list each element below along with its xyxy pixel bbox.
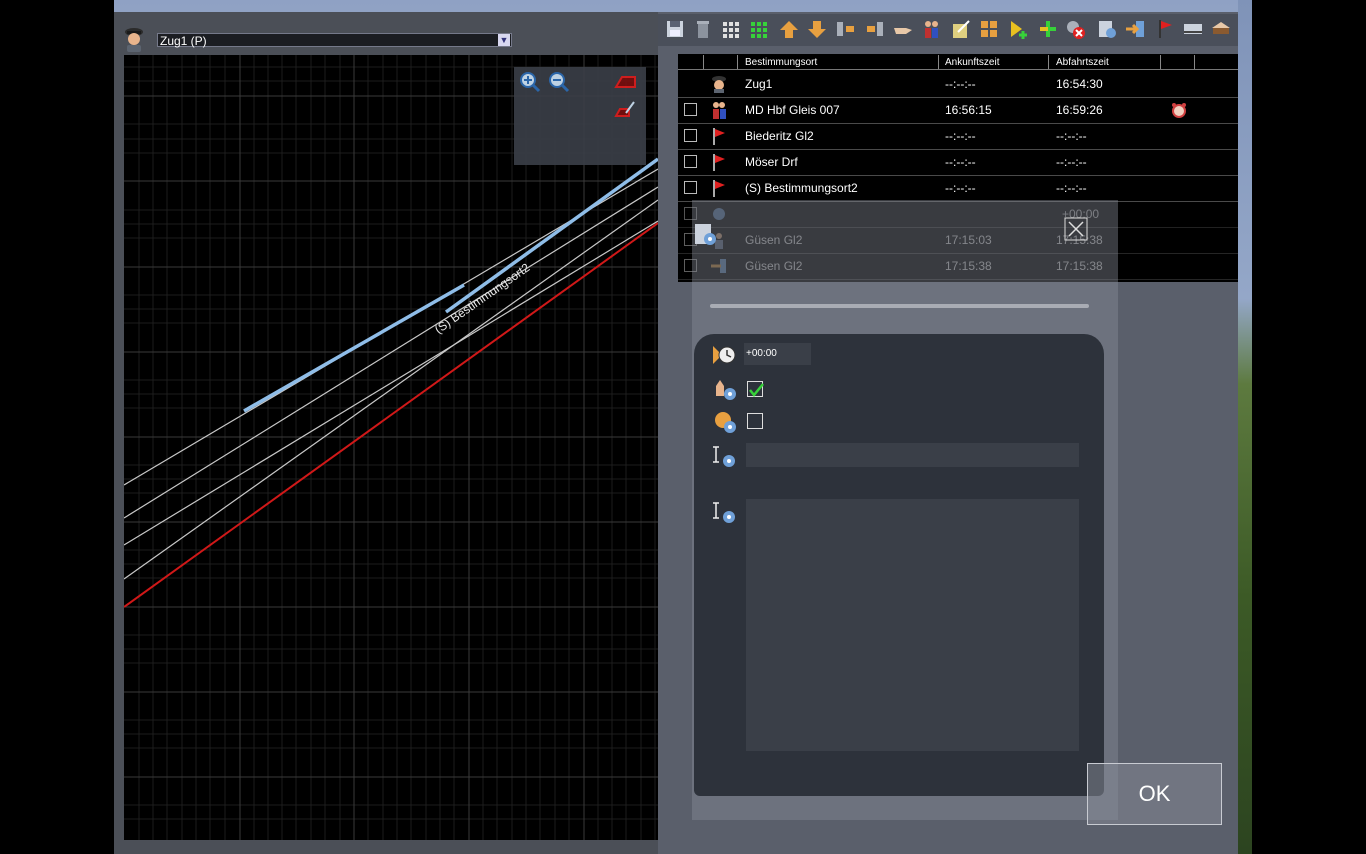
stop-arrival: --:--:-- (945, 129, 976, 143)
passengers-icon[interactable] (920, 18, 942, 40)
train-driver-icon (710, 75, 728, 93)
stop-departure: 16:54:30 (1056, 77, 1103, 91)
track-edit-icon[interactable] (614, 99, 636, 121)
flag-icon (710, 127, 728, 145)
stop-arrival: --:--:-- (945, 77, 976, 91)
import-icon[interactable] (1124, 18, 1146, 40)
time-offset-field[interactable]: +00:00 (744, 343, 811, 365)
background-right (1252, 0, 1366, 854)
header-arrival[interactable]: Ankunftszeit (945, 56, 999, 70)
toolbar (658, 14, 1238, 46)
grid-minor (124, 55, 658, 840)
settings-doc-icon (693, 222, 719, 248)
move-down-icon[interactable] (806, 18, 828, 40)
stop-arrival: 16:56:15 (945, 103, 992, 117)
checkmark-icon (749, 383, 764, 397)
close-icon (1064, 217, 1088, 241)
header-separator (1194, 55, 1195, 69)
header-underline (678, 69, 1238, 70)
table-row[interactable]: Möser Drf --:--:-- --:--:-- (678, 149, 1238, 176)
timetable-graph[interactable]: (S) Bestimmungsort2 (124, 55, 658, 840)
chevron-down-icon[interactable]: ▼ (498, 34, 510, 46)
ok-button[interactable]: OK (1087, 763, 1222, 825)
header-separator (737, 55, 738, 69)
stop-departure: --:--:-- (1056, 181, 1087, 195)
stop-name: (S) Bestimmungsort2 (745, 181, 858, 195)
train-select-value: Zug1 (P) (160, 34, 207, 48)
alarm-clock-icon[interactable] (1170, 101, 1188, 119)
hand-settings-icon (712, 376, 738, 402)
time-offset-icon (712, 342, 738, 368)
move-up-icon[interactable] (778, 18, 800, 40)
row-checkbox[interactable] (684, 181, 697, 194)
passengers-icon (710, 101, 728, 119)
route-line (124, 222, 658, 608)
insert-after-icon[interactable] (864, 18, 886, 40)
remove-settings-icon[interactable] (1064, 18, 1086, 40)
text-cursor-settings-icon (712, 500, 738, 526)
notes-textarea[interactable] (746, 499, 1079, 751)
option-checkbox-2[interactable] (747, 413, 763, 429)
track-icon[interactable] (1182, 18, 1204, 40)
settings-doc-icon[interactable] (1096, 18, 1118, 40)
save-icon[interactable] (664, 18, 686, 40)
grid-major (124, 55, 658, 840)
stop-name: Biederitz Gl2 (745, 129, 814, 143)
row-checkbox[interactable] (684, 103, 697, 116)
train-driver-icon (122, 26, 146, 52)
pointing-hand-icon[interactable] (892, 18, 914, 40)
table-row[interactable]: Zug1 --:--:-- 16:54:30 (678, 71, 1238, 98)
stop-departure: --:--:-- (1056, 129, 1087, 143)
flag-icon (710, 153, 728, 171)
stop-departure: 16:59:26 (1056, 103, 1103, 117)
station-icon[interactable] (1210, 18, 1232, 40)
stop-name: Zug1 (745, 77, 773, 91)
header-destination[interactable]: Bestimmungsort (745, 56, 817, 70)
stop-arrival: --:--:-- (945, 181, 976, 195)
header-separator (1048, 55, 1049, 69)
track-segment-icon[interactable] (614, 71, 636, 93)
option-checkbox-1[interactable] (747, 381, 764, 397)
stop-departure: --:--:-- (1056, 155, 1087, 169)
header-separator (703, 55, 704, 69)
header-separator (1160, 55, 1161, 69)
stop-name: MD Hbf Gleis 007 (745, 103, 840, 117)
insert-before-icon[interactable] (834, 18, 856, 40)
expand-icon[interactable] (978, 18, 1000, 40)
zoom-out-icon[interactable] (548, 71, 570, 93)
table-row[interactable]: MD Hbf Gleis 007 16:56:15 16:59:26 (678, 97, 1238, 124)
add-cursor-icon[interactable] (1008, 18, 1030, 40)
stop-arrival: --:--:-- (945, 155, 976, 169)
edit-list-icon[interactable] (950, 18, 972, 40)
table-row[interactable]: Biederitz Gl2 --:--:-- --:--:-- (678, 123, 1238, 150)
train-paths (124, 157, 658, 608)
dialog-divider (710, 304, 1089, 308)
header-separator (938, 55, 939, 69)
train-select[interactable]: Zug1 (P) ▼ (157, 33, 512, 48)
flag-icon (710, 179, 728, 197)
zoom-in-icon[interactable] (519, 71, 541, 93)
path-line-3 (124, 220, 658, 546)
header-departure[interactable]: Abfahrtszeit (1056, 56, 1109, 70)
gear-settings-icon (712, 409, 738, 435)
table-row[interactable]: (S) Bestimmungsort2 --:--:-- --:--:-- (678, 175, 1238, 202)
add-icon[interactable] (1036, 18, 1058, 40)
graph-tools (514, 67, 646, 165)
flag-icon[interactable] (1154, 18, 1176, 40)
grid-white-icon[interactable] (720, 18, 742, 40)
row-checkbox[interactable] (684, 155, 697, 168)
background-left (0, 0, 114, 854)
name-input[interactable] (746, 443, 1079, 467)
close-button[interactable] (1064, 217, 1088, 241)
row-checkbox[interactable] (684, 129, 697, 142)
stop-name: Möser Drf (745, 155, 798, 169)
text-cursor-settings-icon (712, 444, 738, 470)
trash-icon[interactable] (692, 18, 714, 40)
grid-green-icon[interactable] (748, 18, 770, 40)
scenery-strip (1238, 0, 1252, 854)
